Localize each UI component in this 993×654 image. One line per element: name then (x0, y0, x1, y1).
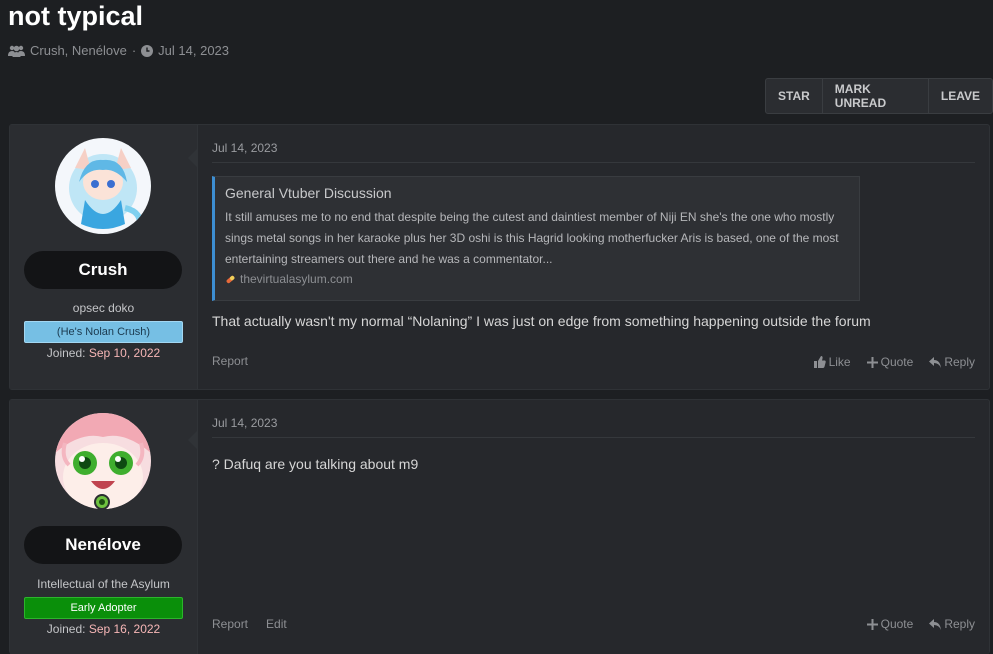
message-content: Jul 14, 2023 ? Dafuq are you talking abo… (212, 400, 975, 654)
post-text: That actually wasn't my normal “Nolaning… (212, 313, 871, 329)
thread-title: not typical (8, 1, 144, 31)
user-joined: Joined: Sep 16, 2022 (10, 622, 197, 636)
users-icon (8, 45, 25, 57)
reply-button[interactable]: Reply (929, 617, 975, 631)
post-actions-right: Quote Reply (866, 617, 975, 631)
unfurl-title[interactable]: General Vtuber Discussion (225, 185, 849, 201)
joined-date: Sep 10, 2022 (88, 346, 161, 360)
message-user: Nenélove Intellectual of the Asylum Earl… (10, 400, 198, 654)
post-text: ? Dafuq are you talking about m9 (212, 456, 419, 472)
message-post: Crush opsec doko (He's Nolan Crush) Join… (9, 124, 990, 390)
online-status-icon (96, 496, 108, 508)
unfurl-source: thevirtualasylum.com (225, 272, 849, 286)
reply-label: Reply (944, 617, 975, 631)
avatar-image (55, 138, 151, 234)
post-actions-left: Report (212, 354, 248, 368)
thread-date: Jul 14, 2023 (158, 43, 230, 58)
pill-icon (226, 275, 235, 283)
user-title: opsec doko (72, 301, 135, 315)
quote-button[interactable]: Quote (866, 617, 914, 631)
user-banner: (He's Nolan Crush) (24, 321, 183, 343)
user-title: Intellectual of the Asylum (37, 577, 170, 591)
message-user: Crush opsec doko (He's Nolan Crush) Join… (10, 125, 198, 389)
thread-participants[interactable]: Crush, Nenélove (30, 43, 127, 58)
leave-button[interactable]: LEAVE (929, 79, 992, 113)
thumbs-up-icon (813, 356, 826, 368)
username[interactable]: Nenélove (24, 526, 182, 564)
reply-icon (929, 356, 942, 368)
avatar[interactable] (55, 138, 151, 234)
unfurl-domain: thevirtualasylum.com (240, 272, 353, 286)
mark-unread-button[interactable]: MARK UNREAD (823, 79, 929, 113)
reply-icon (929, 618, 942, 630)
unfurl-body: It still amuses me to no end that despit… (225, 210, 839, 266)
reply-button[interactable]: Reply (929, 355, 975, 369)
reply-label: Reply (944, 355, 975, 369)
report-link[interactable]: Report (212, 617, 248, 631)
user-banner: Early Adopter (24, 597, 183, 619)
post-actions-right: Like Quote Reply (813, 355, 975, 369)
joined-label: Joined: (46, 346, 86, 360)
message-arrow (188, 149, 197, 167)
message-post: Nenélove Intellectual of the Asylum Earl… (9, 399, 990, 654)
quote-label: Quote (880, 617, 914, 631)
plus-icon (866, 356, 878, 368)
thread-toolbar: STAR MARK UNREAD LEAVE (765, 78, 993, 114)
like-button[interactable]: Like (813, 355, 851, 369)
user-joined: Joined: Sep 10, 2022 (10, 346, 197, 360)
post-actions-left: Report Edit (212, 617, 287, 631)
quote-label: Quote (880, 355, 914, 369)
online-status-ring (94, 494, 110, 510)
post-date[interactable]: Jul 14, 2023 (212, 141, 975, 163)
clock-icon (141, 44, 154, 57)
message-arrow (188, 431, 197, 449)
post-date[interactable]: Jul 14, 2023 (212, 416, 975, 438)
edit-link[interactable]: Edit (266, 617, 287, 631)
joined-label: Joined: (46, 622, 86, 636)
star-button[interactable]: STAR (766, 79, 823, 113)
joined-date: Sep 16, 2022 (88, 622, 161, 636)
thread-meta: Crush, Nenélove · Jul 14, 2023 (8, 43, 229, 58)
link-unfurl[interactable]: General Vtuber Discussion It still amuse… (212, 176, 860, 301)
report-link[interactable]: Report (212, 354, 248, 368)
message-content: Jul 14, 2023 General Vtuber Discussion I… (212, 125, 975, 389)
plus-icon (866, 618, 878, 630)
quote-button[interactable]: Quote (866, 355, 914, 369)
meta-separator: · (131, 43, 137, 58)
username[interactable]: Crush (24, 251, 182, 289)
like-label: Like (828, 355, 851, 369)
